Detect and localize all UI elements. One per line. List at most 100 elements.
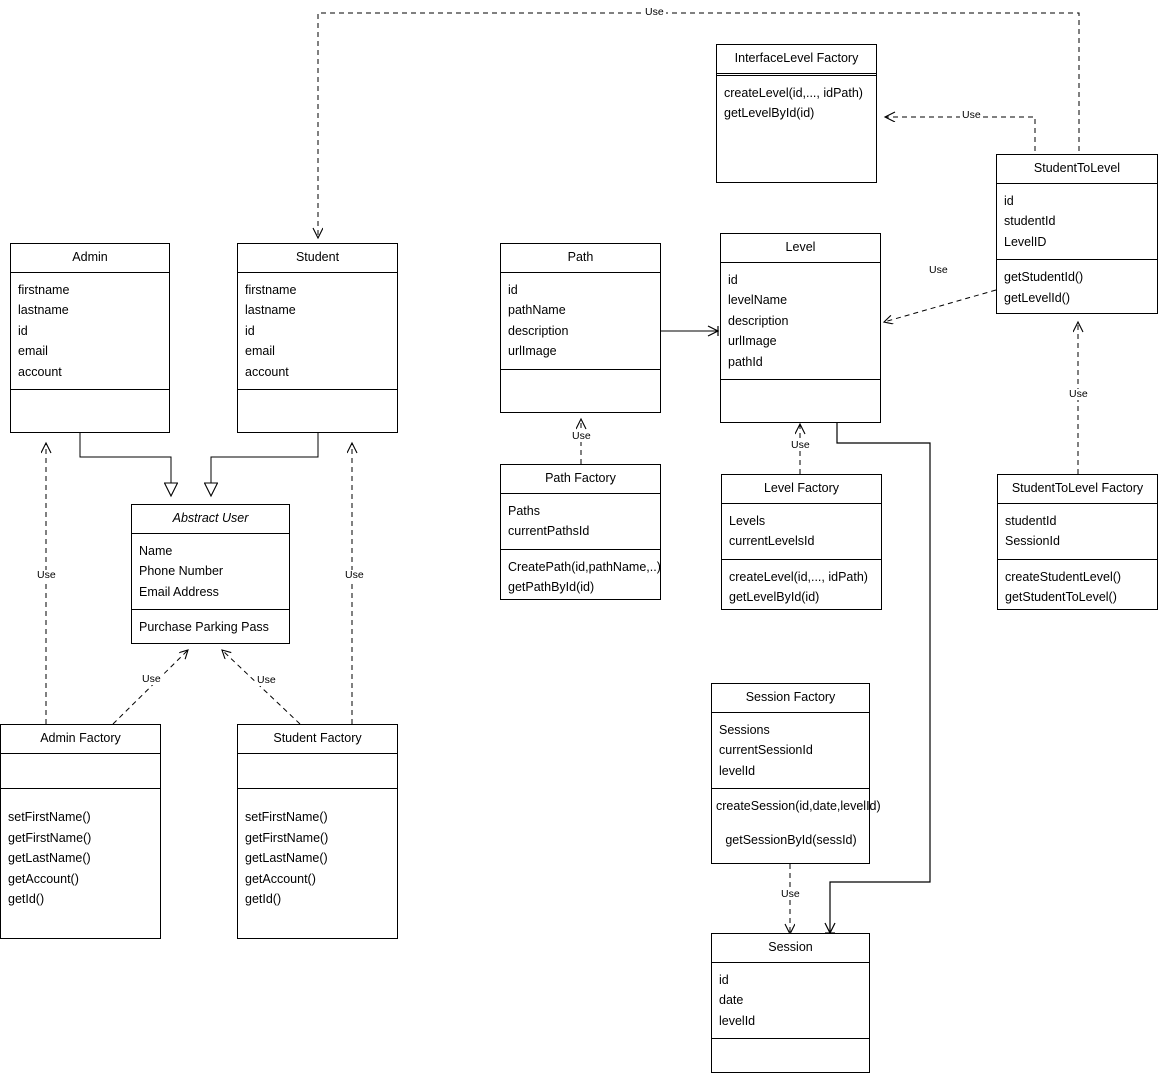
methods-compartment	[712, 1039, 869, 1073]
method-item: getStudentToLevel()	[1005, 590, 1117, 604]
attribute-item: Email Address	[139, 584, 219, 599]
attribute-item: urlImage	[728, 334, 777, 348]
attribute-item: Name	[139, 543, 173, 558]
method-item: getLastName()	[8, 851, 91, 865]
edge-label-studenttolevel-factory-use: Use	[1067, 388, 1090, 400]
class-admin[interactable]: Admin firstname lastname id email accoun…	[10, 243, 170, 433]
method-item: createSession(id,date,levelId)	[716, 799, 881, 813]
attribute-item: description	[508, 323, 569, 338]
attribute-item: levelId	[719, 763, 756, 778]
uml-class-diagram-canvas: Use Use Use Use Use Use Use Use Use Use …	[0, 0, 1158, 1073]
attributes-compartment: Sessions currentSessionId levelId	[712, 713, 869, 789]
method-item: getStudentId()	[1004, 270, 1084, 284]
attributes-compartment: studentId SessionId	[998, 504, 1157, 560]
attribute-item: account	[245, 364, 289, 379]
class-session-factory[interactable]: Session Factory Sessions currentSessionI…	[711, 683, 881, 864]
edge-student-factory-to-abstract-user	[222, 650, 301, 725]
method-item: Purchase Parking Pass	[139, 620, 269, 634]
method-item: getFirstName()	[8, 830, 92, 845]
class-path-factory[interactable]: Path Factory Paths currentPathsId Create…	[500, 464, 661, 600]
class-title: Session	[712, 934, 869, 963]
methods-compartment: getStudentId() getLevelId()	[997, 260, 1157, 315]
edge-studenttolevel-to-student	[318, 12, 1080, 238]
methods-compartment: setFirstName() getFirstName() getLastNam…	[1, 789, 160, 938]
attribute-item: Levels	[729, 513, 766, 528]
class-abstract-user[interactable]: Abstract User Name Phone Number Email Ad…	[131, 504, 290, 644]
attribute-item: urlImage	[508, 344, 557, 358]
class-title: StudentToLevel Factory	[998, 475, 1157, 504]
edge-label-student-factory-abstract-use: Use	[255, 674, 278, 686]
attribute-item: currentLevelsId	[729, 534, 815, 548]
method-item: setFirstName()	[8, 810, 91, 824]
class-student[interactable]: Student firstname lastname id email acco…	[237, 243, 398, 433]
attributes-compartment: firstname lastname id email account	[238, 273, 397, 390]
method-item: getPathById(id)	[508, 580, 595, 594]
attribute-item: email	[18, 344, 48, 358]
method-item: createLevel(id,..., idPath)	[724, 85, 863, 100]
class-studenttolevel-factory[interactable]: StudentToLevel Factory studentId Session…	[997, 474, 1158, 610]
class-title: InterfaceLevel Factory	[717, 45, 876, 76]
attribute-item: id	[245, 323, 255, 338]
attribute-item: id	[18, 323, 28, 338]
method-item: getLevelId()	[1004, 290, 1071, 305]
methods-compartment: createLevel(id,..., idPath) getLevelById…	[722, 560, 881, 615]
methods-compartment: setFirstName() getFirstName() getLastNam…	[238, 789, 397, 938]
method-item: getId()	[245, 892, 282, 906]
attributes-compartment	[238, 754, 397, 789]
class-title: StudentToLevel	[997, 155, 1157, 184]
attribute-item: pathId	[728, 354, 763, 369]
attributes-compartment: id date levelId	[712, 963, 869, 1039]
method-item: getLevelById(id)	[724, 106, 815, 120]
attribute-item: firstname	[18, 282, 70, 297]
class-level-factory[interactable]: Level Factory Levels currentLevelsId cre…	[721, 474, 882, 610]
method-item: getAccount()	[8, 871, 79, 886]
attribute-item: LevelID	[1004, 234, 1047, 249]
class-level[interactable]: Level id levelName description urlImage …	[720, 233, 881, 423]
method-item: getFirstName()	[245, 830, 329, 845]
methods-compartment	[501, 370, 660, 413]
attribute-item: currentPathsId	[508, 524, 590, 538]
class-session[interactable]: Session id date levelId	[711, 933, 870, 1073]
method-item: getLastName()	[245, 851, 328, 865]
class-title: Level Factory	[722, 475, 881, 504]
attribute-item: lastname	[18, 303, 69, 317]
attributes-compartment	[1, 754, 160, 789]
attribute-item: Phone Number	[139, 564, 224, 578]
class-admin-factory[interactable]: Admin Factory setFirstName() getFirstNam…	[0, 724, 161, 939]
methods-compartment	[721, 380, 880, 422]
class-path[interactable]: Path id pathName description urlImage	[500, 243, 661, 413]
edge-label-path-factory-use: Use	[570, 430, 593, 442]
edge-label-interfacelevel-use: Use	[960, 109, 983, 121]
attributes-compartment: id levelName description urlImage pathId	[721, 263, 880, 380]
class-title: Abstract User	[132, 505, 289, 534]
class-title: Student	[238, 244, 397, 273]
method-item: getId()	[8, 892, 45, 906]
method-item: getSessionById(sessId)	[725, 832, 857, 847]
attribute-item: account	[18, 364, 62, 379]
attribute-item: pathName	[508, 303, 566, 317]
edge-admin-generalization	[79, 432, 171, 496]
methods-compartment	[238, 390, 397, 432]
edge-label-session-factory-use: Use	[779, 888, 802, 900]
method-item: setFirstName()	[245, 810, 328, 824]
edge-student-generalization	[211, 432, 319, 496]
attribute-item: studentId	[1004, 214, 1056, 228]
attribute-item: lastname	[245, 303, 296, 317]
attributes-compartment: Name Phone Number Email Address	[132, 534, 289, 610]
class-interfacelevel-factory[interactable]: InterfaceLevel Factory createLevel(id,..…	[716, 44, 877, 183]
edge-label-student-factory-use: Use	[343, 569, 366, 581]
edge-studenttolevel-to-level	[884, 289, 997, 322]
methods-compartment: CreatePath(id,pathName,..) getPathById(i…	[501, 550, 661, 605]
attributes-compartment: id studentId LevelID	[997, 184, 1157, 260]
edge-label-level-diagonal-use: Use	[927, 264, 950, 276]
attribute-item: firstname	[245, 282, 297, 297]
methods-compartment: createLevel(id,..., idPath) getLevelById…	[717, 76, 876, 183]
attribute-item: email	[245, 344, 275, 358]
attribute-item: Paths	[508, 503, 540, 518]
class-student-factory[interactable]: Student Factory setFirstName() getFirstN…	[237, 724, 398, 939]
class-studenttolevel[interactable]: StudentToLevel id studentId LevelID getS…	[996, 154, 1158, 314]
attribute-item: description	[728, 313, 789, 328]
attribute-item: Sessions	[719, 722, 770, 737]
attribute-item: levelId	[719, 1013, 756, 1028]
attribute-item: currentSessionId	[719, 743, 813, 757]
